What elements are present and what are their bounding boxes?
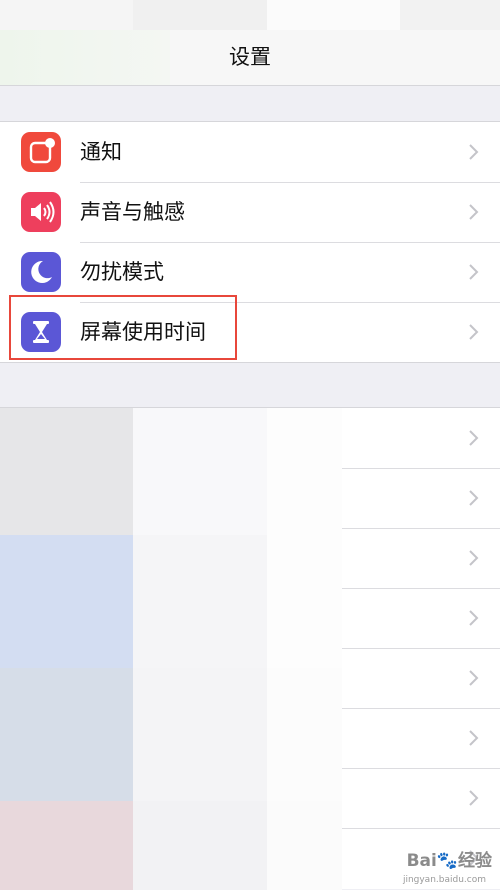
navigation-bar: 设置 — [0, 30, 500, 86]
setting-label: 通知 — [80, 140, 122, 164]
obscured-row[interactable] — [0, 468, 500, 528]
setting-row-notifications[interactable]: 通知 — [0, 122, 500, 182]
chevron-right-icon — [469, 670, 479, 686]
notification-icon — [21, 132, 61, 172]
chevron-right-icon — [469, 610, 479, 626]
settings-group-obscured — [0, 407, 500, 890]
chevron-right-icon — [469, 430, 479, 446]
baidu-watermark: Bai🐾经验 — [406, 851, 492, 871]
obscured-row[interactable] — [0, 528, 500, 588]
setting-row-do-not-disturb[interactable]: 勿扰模式 — [0, 242, 500, 302]
moon-icon — [21, 252, 61, 292]
obscured-row[interactable] — [0, 768, 500, 828]
chevron-right-icon — [469, 264, 479, 280]
obscured-row[interactable] — [0, 708, 500, 768]
chevron-right-icon — [469, 204, 479, 220]
chevron-right-icon — [469, 790, 479, 806]
chevron-right-icon — [469, 730, 479, 746]
chevron-right-icon — [469, 324, 479, 340]
highlight-box — [9, 295, 237, 360]
status-bar — [0, 0, 500, 30]
setting-label: 勿扰模式 — [80, 260, 164, 284]
obscured-row[interactable] — [0, 648, 500, 708]
obscured-row[interactable] — [0, 588, 500, 648]
page-title: 设置 — [229, 45, 271, 69]
obscured-row[interactable] — [0, 408, 500, 468]
chevron-right-icon — [469, 550, 479, 566]
setting-row-sounds[interactable]: 声音与触感 — [0, 182, 500, 242]
chevron-right-icon — [469, 490, 479, 506]
baidu-watermark-url: jingyan.baidu.com — [402, 875, 486, 885]
chevron-right-icon — [469, 144, 479, 160]
setting-label: 声音与触感 — [80, 200, 185, 224]
sound-icon — [21, 192, 61, 232]
